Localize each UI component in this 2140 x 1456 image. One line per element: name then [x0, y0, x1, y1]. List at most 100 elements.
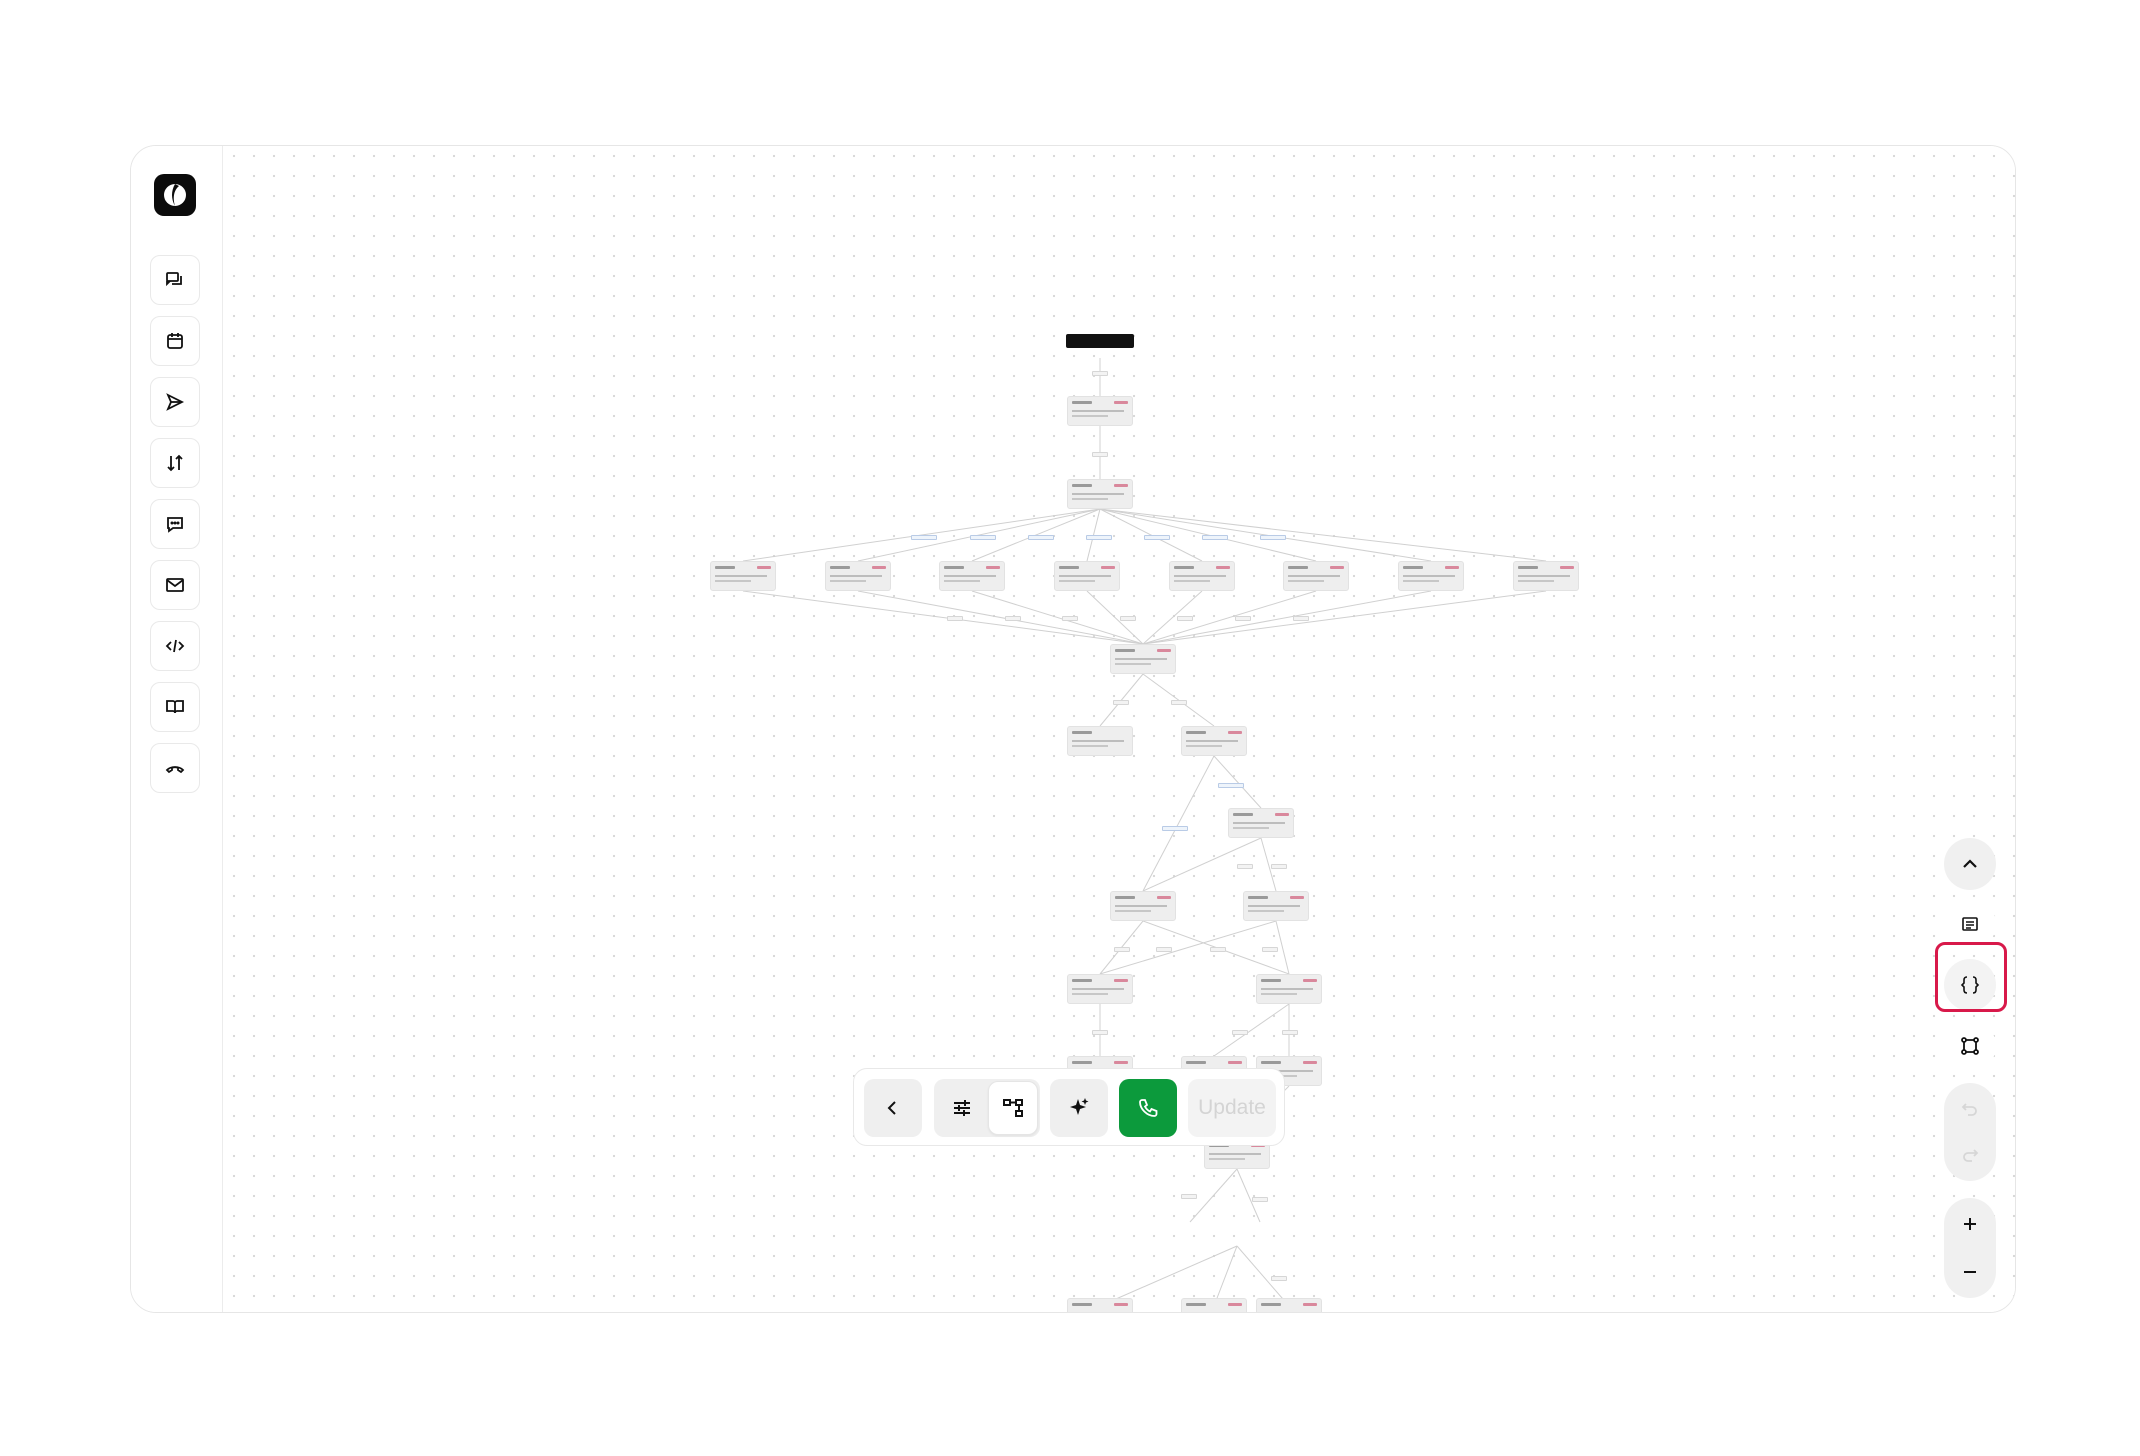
flow-node[interactable]: [1228, 808, 1294, 838]
undo-redo-group: [1944, 1083, 1996, 1181]
flow-node[interactable]: [1067, 396, 1133, 426]
edge-label: [947, 616, 963, 621]
edge-label: [1156, 947, 1172, 952]
test-call-button[interactable]: [1119, 1079, 1177, 1137]
edge-label: [911, 535, 937, 540]
flow-node[interactable]: [1256, 1298, 1322, 1312]
edge-label: [970, 535, 996, 540]
flow-node[interactable]: [1256, 974, 1322, 1004]
sidebar-item-developer[interactable]: [150, 621, 200, 671]
flow-diagram-icon: [1961, 1037, 1979, 1055]
edge-label: [1092, 452, 1108, 457]
flow-node[interactable]: [1398, 561, 1464, 591]
flow-node[interactable]: [1181, 726, 1247, 756]
undo-icon[interactable]: [1960, 1099, 1980, 1124]
flow-node[interactable]: [1283, 561, 1349, 591]
flow-node[interactable]: [1054, 561, 1120, 591]
edge-label: [1092, 1030, 1108, 1035]
edge-label: [1235, 616, 1251, 621]
flow-node[interactable]: [1513, 561, 1579, 591]
edge-label: [1028, 535, 1054, 540]
redo-icon[interactable]: [1960, 1145, 1980, 1170]
edge-label: [1171, 700, 1187, 705]
arrows-swap-icon: [167, 454, 183, 472]
sidebar-item-transfers[interactable]: [150, 438, 200, 488]
edge-label: [1114, 947, 1130, 952]
scroll-up-button[interactable]: [1944, 838, 1996, 890]
edge-label: [1086, 535, 1112, 540]
flow-node[interactable]: [1169, 561, 1235, 591]
edge-label: [1181, 1194, 1197, 1199]
chevron-up-icon: [1963, 859, 1977, 868]
flow-node[interactable]: [1181, 1298, 1247, 1312]
flow-node[interactable]: [1110, 891, 1176, 921]
chevron-left-icon: [887, 1101, 896, 1115]
edge-label: [1260, 535, 1286, 540]
flow-node[interactable]: [1067, 726, 1133, 756]
flow-view-button[interactable]: [988, 1081, 1038, 1135]
edge-label: [1252, 1197, 1268, 1202]
edge-label: [1092, 371, 1108, 376]
minus-icon[interactable]: [1960, 1262, 1980, 1287]
edge-label: [1218, 783, 1244, 788]
edge-label: [1162, 826, 1188, 831]
flow-node[interactable]: [1110, 644, 1176, 674]
flow-node[interactable]: [1067, 1298, 1133, 1312]
edge-label: [1210, 947, 1226, 952]
flow-node[interactable]: [825, 561, 891, 591]
edge-label: [1202, 535, 1228, 540]
send-icon: [166, 393, 185, 411]
edge-label: [1293, 616, 1309, 621]
sidebar: [131, 146, 223, 1312]
flow-canvas[interactable]: Update: [224, 146, 2015, 1312]
bottom-toolbar: Update: [853, 1068, 1285, 1146]
sidebar-item-knowledge[interactable]: [150, 682, 200, 732]
edge-label: [1271, 1276, 1287, 1281]
flow-start-node[interactable]: [1066, 334, 1134, 348]
flow-node[interactable]: [939, 561, 1005, 591]
phone-icon: [1139, 1099, 1158, 1117]
code-icon: [165, 639, 185, 653]
zoom-group: [1944, 1198, 1996, 1298]
auto-layout-button[interactable]: [1944, 1020, 1996, 1072]
edge-label: [1120, 616, 1136, 621]
message-icon: [167, 517, 183, 533]
list-icon: [1962, 917, 1978, 931]
edge-label: [1262, 947, 1278, 952]
sparkle-icon: [1070, 1098, 1089, 1115]
sidebar-item-calls[interactable]: [150, 743, 200, 793]
edge-label: [1062, 616, 1078, 621]
edge-label: [1237, 864, 1253, 869]
book-icon: [166, 700, 184, 714]
update-button[interactable]: Update: [1188, 1079, 1276, 1137]
edge-label: [1113, 700, 1129, 705]
settings-view-button[interactable]: [936, 1079, 988, 1137]
sidebar-item-email[interactable]: [150, 560, 200, 610]
app-window: Update: [130, 145, 2016, 1313]
phone-hangup-icon: [165, 766, 185, 774]
sliders-icon: [954, 1100, 970, 1116]
flow-diagram-icon: [1003, 1099, 1023, 1117]
ai-assist-button[interactable]: [1050, 1079, 1108, 1137]
chat-bubbles-icon: [166, 272, 182, 287]
calendar-icon: [167, 333, 183, 349]
edge-label: [1232, 1030, 1248, 1035]
edge-label: [1005, 616, 1021, 621]
brand-logo-icon[interactable]: [154, 174, 196, 216]
mail-icon: [166, 578, 184, 592]
sidebar-item-messages[interactable]: [150, 499, 200, 549]
back-button[interactable]: [864, 1079, 922, 1137]
edge-label: [1271, 864, 1287, 869]
flow-node[interactable]: [1067, 479, 1133, 509]
edge-label: [1282, 1030, 1298, 1035]
flow-node[interactable]: [710, 561, 776, 591]
plus-icon[interactable]: [1960, 1214, 1980, 1239]
flow-node[interactable]: [1243, 891, 1309, 921]
edge-label: [1177, 616, 1193, 621]
flow-node[interactable]: [1067, 974, 1133, 1004]
sidebar-item-campaigns[interactable]: [150, 377, 200, 427]
sidebar-item-calendar[interactable]: [150, 316, 200, 366]
selected-tool-highlight: [1935, 942, 2007, 1012]
sidebar-item-conversations[interactable]: [150, 255, 200, 305]
edge-label: [1144, 535, 1170, 540]
